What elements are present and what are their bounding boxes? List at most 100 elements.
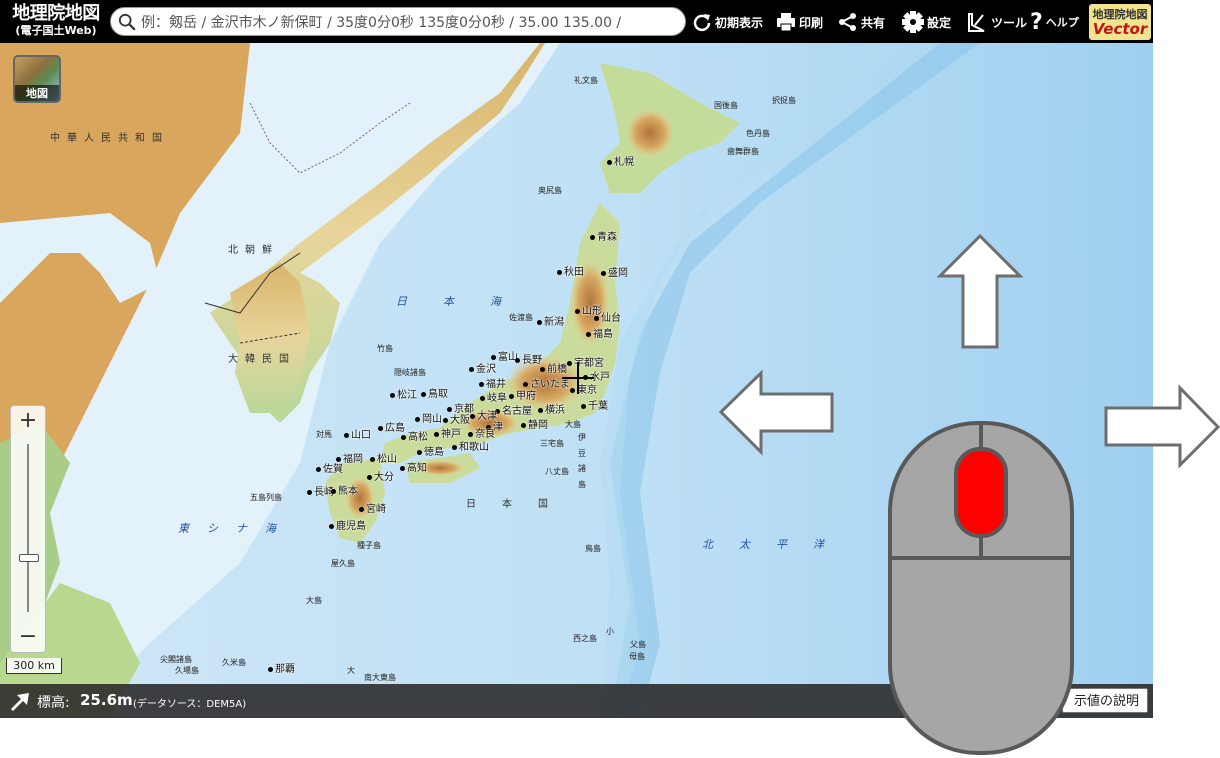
label-izu-2: 豆 (578, 449, 586, 458)
label-amami: 大島 (306, 596, 322, 605)
zoom-in-button[interactable]: + (11, 406, 45, 436)
label-north-korea: 北朝鮮 (228, 245, 279, 256)
label-sado: 佐渡島 (509, 313, 533, 322)
label-kunashiri: 国後島 (714, 101, 738, 110)
label-etorofu: 択捉島 (772, 96, 796, 105)
layer-switch-label: 地図 (15, 85, 59, 101)
print-label: 印刷 (799, 15, 824, 30)
label-pacific: 北太平洋 (702, 538, 850, 551)
label-china: 中華人民共和国 (50, 133, 169, 144)
tools-label: ツール (991, 15, 1028, 30)
label-east-china-sea: 東シナ海 (178, 522, 294, 535)
label-yakushima: 屋久島 (331, 559, 355, 568)
city-matsue: 松江 (390, 386, 417, 401)
layer-switch-button[interactable]: 地図 (13, 55, 61, 103)
city-tottori: 鳥取 (421, 385, 448, 400)
city-akita: 秋田 (557, 263, 584, 278)
city-tokushima: 徳島 (417, 443, 444, 458)
city-saga: 佐賀 (316, 460, 343, 475)
elevation-bar: 標高: 25.6m (データソース：DEM5A) 示値の説明 (0, 684, 1153, 718)
value-description-button[interactable]: 示値の説明 (1062, 688, 1148, 713)
city-nagasaki: 長崎 (307, 483, 334, 498)
search-icon[interactable] (118, 13, 136, 31)
city-matsuyama: 松山 (370, 450, 397, 465)
label-oki: 隠岐諸島 (394, 368, 426, 377)
city-naha: 那覇 (268, 660, 295, 675)
city-takamatsu: 高松 (401, 428, 428, 443)
elevation-source: (データソース：DEM5A) (133, 699, 247, 710)
city-oita: 大分 (367, 468, 394, 483)
label-torishima: 鳥島 (585, 544, 601, 553)
header-bar: 地理院地図 (電子国土Web) 初期表示 印刷 (0, 0, 1153, 43)
site-logo[interactable]: 地理院地図 (電子国土Web) (4, 3, 108, 41)
scale-bar: 300 km (6, 658, 62, 674)
label-goto: 五島列島 (250, 493, 282, 502)
city-okayama: 岡山 (415, 410, 442, 425)
label-ogasawara: 小 (606, 627, 614, 636)
gear-icon (902, 11, 924, 33)
city-morioka: 盛岡 (601, 264, 628, 279)
label-rebun: 礼文島 (574, 76, 598, 85)
label-daito: 大 (347, 666, 355, 675)
city-nagano: 長野 (515, 351, 542, 366)
zoom-out-button[interactable]: − (11, 622, 45, 652)
label-kuba: 久場島 (175, 666, 199, 675)
label-habomai: 歯舞群島 (727, 147, 759, 156)
refresh-icon (693, 14, 711, 32)
city-wakayama: 和歌山 (452, 438, 489, 453)
map-canvas[interactable]: 地図 中華人民共和国 北朝鮮 大韓民国 日本国 日本海 東シナ海 北太平洋 礼文… (0, 43, 1153, 718)
label-tsushima: 対馬 (316, 430, 332, 439)
search-input[interactable] (139, 10, 683, 36)
label-izu-1: 伊 (578, 433, 586, 442)
help-icon: ? (1030, 9, 1043, 35)
print-button[interactable]: 印刷 (776, 8, 823, 36)
label-oshima: 大島 (565, 420, 581, 429)
share-label: 共有 (861, 15, 886, 30)
zoom-control: + − (10, 405, 46, 653)
elevation-arrow-icon[interactable] (9, 691, 31, 711)
tools-button[interactable]: ツール (966, 8, 1027, 36)
label-izu-4: 島 (578, 480, 586, 489)
label-senkaku: 尖閣諸島 (160, 655, 192, 664)
map-center-crosshair (562, 362, 594, 394)
search-box[interactable] (110, 7, 686, 36)
city-osaka: 大阪 (443, 411, 470, 426)
settings-button[interactable]: 設定 (902, 8, 951, 36)
city-yamaguchi: 山口 (344, 426, 371, 441)
city-sendai: 仙台 (594, 309, 621, 324)
label-takeshima: 竹島 (377, 344, 393, 353)
elevation-label: 標高: (37, 695, 70, 711)
label-okushiri: 奥尻島 (538, 186, 562, 195)
label-sea-of-japan: 日本海 (396, 295, 537, 308)
settings-label: 設定 (927, 15, 952, 30)
reset-view-label: 初期表示 (715, 15, 764, 30)
city-nagoya: 名古屋 (495, 402, 532, 417)
city-miyazaki: 宮崎 (359, 500, 386, 515)
zoom-slider-handle[interactable] (19, 554, 39, 562)
city-fukui: 福井 (479, 375, 506, 390)
label-miyake: 三宅島 (540, 439, 564, 448)
logo-subtitle: (電子国土Web) (15, 24, 97, 37)
label-kumejima: 久米島 (222, 658, 246, 667)
label-izu-3: 諸 (578, 464, 586, 473)
logo-title: 地理院地図 (12, 3, 100, 24)
city-kochi: 高知 (400, 459, 427, 474)
help-button[interactable]: ? ヘルプ (1030, 8, 1079, 36)
label-hahajima: 母島 (629, 652, 645, 661)
city-aomori: 青森 (590, 228, 617, 243)
vector-map-button[interactable]: 地理院地図 Vector (1089, 4, 1151, 40)
reset-view-button[interactable]: 初期表示 (692, 8, 763, 36)
city-otsu: 大津 (470, 407, 497, 422)
city-kagoshima: 鹿児島 (329, 517, 366, 532)
help-label: ヘルプ (1045, 16, 1079, 29)
label-hachijo: 八丈島 (545, 467, 569, 476)
label-minamidaito: 南大東島 (364, 673, 396, 682)
label-chichijima: 父島 (630, 640, 646, 649)
city-fukushima: 福島 (586, 325, 613, 340)
share-button[interactable]: 共有 (838, 8, 885, 36)
label-nishinoshima: 西之島 (573, 634, 597, 643)
label-japan: 日本国 (466, 499, 574, 510)
label-south-korea: 大韓民国 (228, 354, 296, 365)
tools-icon (968, 13, 985, 32)
zoom-slider-track[interactable] (27, 444, 29, 612)
